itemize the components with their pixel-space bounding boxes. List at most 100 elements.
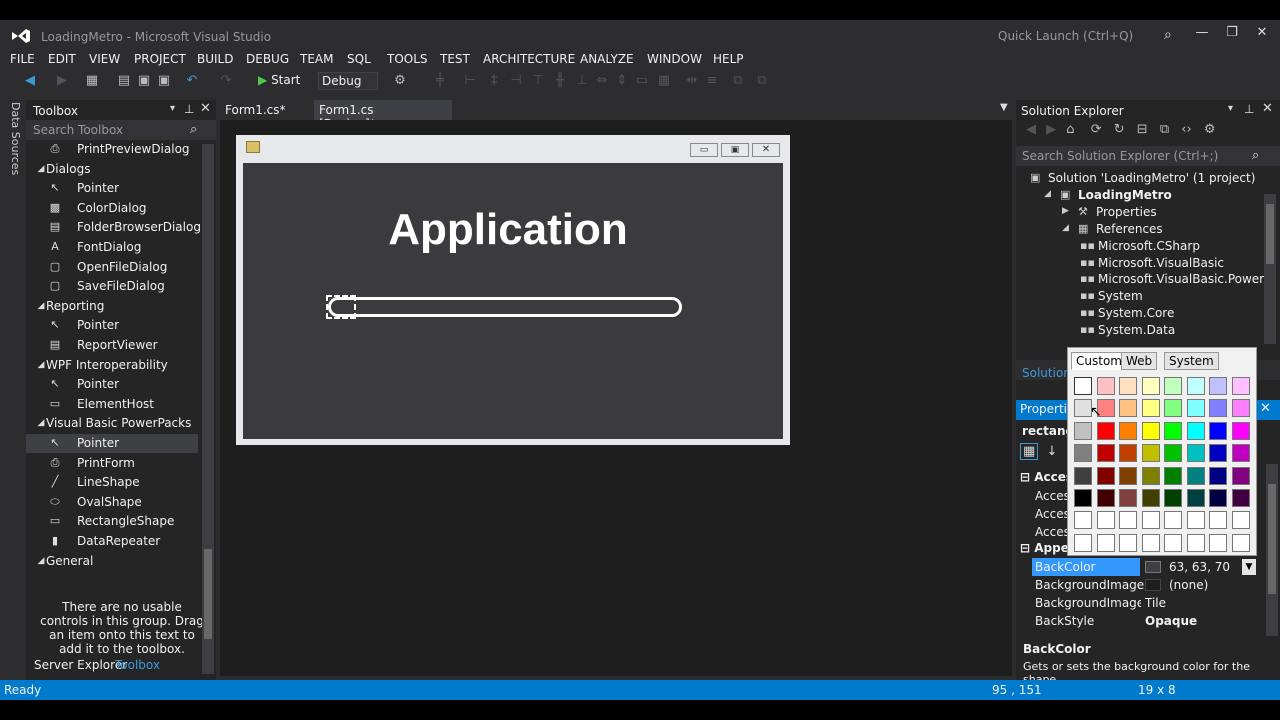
back-icon[interactable]: ◀ [1026, 122, 1036, 137]
color-swatch[interactable] [1119, 377, 1137, 395]
vertical-spacing-icon[interactable]: ≡ [704, 73, 720, 89]
redo-icon[interactable]: ↷ [218, 73, 234, 89]
progress-bar-shape[interactable] [328, 297, 682, 317]
toolbox-item[interactable]: ↖ Pointer [26, 316, 198, 335]
solution-tree-node[interactable]: ◢ ▣ LoadingMetro [1016, 187, 1266, 204]
toolbox-item[interactable]: ▢ OpenFileDialog [26, 258, 198, 277]
picker-tab-web[interactable]: Web [1121, 352, 1158, 370]
color-swatch[interactable] [1164, 399, 1182, 418]
solution-scrollbar[interactable] [1264, 194, 1276, 344]
menu-project[interactable]: PROJECT [134, 52, 186, 66]
color-swatch[interactable] [1164, 511, 1182, 530]
picker-tab-system[interactable]: System [1164, 352, 1219, 370]
color-swatch[interactable] [1119, 421, 1137, 440]
color-swatch[interactable] [1231, 421, 1250, 440]
menu-window[interactable]: WINDOW [647, 52, 702, 66]
categorized-icon[interactable]: ▦ [1020, 443, 1039, 460]
menu-view[interactable]: VIEW [89, 52, 120, 66]
color-swatch[interactable] [1141, 377, 1160, 395]
home-icon[interactable]: ⌂ [1066, 122, 1074, 137]
color-swatch[interactable] [1074, 377, 1092, 395]
color-swatch[interactable] [1096, 444, 1115, 463]
property-row-backcolor[interactable]: BackColor 63, 63, 70 ▼ [1016, 558, 1266, 576]
toolbox-item[interactable]: ↖ Pointer [26, 434, 198, 453]
toolbox-scrollbar[interactable] [202, 144, 214, 674]
collapse-triangle-icon[interactable]: ◢ [1044, 189, 1051, 199]
make-same-width-icon[interactable]: ⇔ [594, 73, 610, 89]
menu-sql[interactable]: SQL [347, 52, 371, 66]
menu-help[interactable]: HELP [713, 52, 744, 66]
toolbox-item[interactable]: A FontDialog [26, 238, 198, 257]
toolbox-item[interactable]: ▮ DataRepeater [26, 532, 198, 551]
collapse-icon[interactable]: ⊟ [1137, 122, 1148, 137]
property-value[interactable]: Opaque [1145, 614, 1197, 628]
form-client-area[interactable]: Application [243, 163, 783, 439]
align-bottoms-icon[interactable]: ⊥ [574, 73, 590, 89]
toolbox-item[interactable]: ⎙ PrintForm [26, 454, 198, 473]
color-swatch[interactable] [1141, 466, 1160, 485]
solution-tree-node[interactable]: ▪▪ Microsoft.CSharp [1016, 238, 1266, 255]
property-value[interactable]: (none) [1169, 578, 1208, 592]
toolbox-item[interactable]: ▭ RectangleShape [26, 512, 198, 531]
color-swatch[interactable] [1074, 444, 1092, 463]
align-middles-icon[interactable]: ╫ [552, 73, 568, 89]
save-all-icon[interactable]: ▣ [156, 73, 172, 89]
menu-team[interactable]: TEAM [300, 52, 333, 66]
toolbox-item[interactable]: ▭ ElementHost [26, 395, 198, 414]
form1-preview[interactable]: ▭ ▣ ✕ Application [236, 135, 790, 445]
size-to-grid-icon[interactable]: ▦ [656, 73, 672, 89]
tab-form1-cs[interactable]: Form1.cs* [220, 100, 308, 120]
toolbox-group[interactable]: ◢ Visual Basic PowerPacks [26, 414, 198, 433]
send-to-back-icon[interactable]: ⧉ [754, 73, 770, 89]
application-heading-label[interactable]: Application [243, 205, 773, 255]
toolbox-item[interactable]: ⎙ PrintPreviewDialog [26, 140, 198, 159]
data-sources-tab[interactable]: Data Sources [6, 102, 22, 182]
color-swatch[interactable] [1231, 511, 1250, 530]
menu-tools[interactable]: TOOLS [387, 52, 428, 66]
color-swatch[interactable] [1186, 421, 1205, 440]
align-lefts-icon[interactable]: ⊢ [462, 73, 478, 89]
color-swatch[interactable] [1119, 466, 1137, 485]
toolbox-item[interactable]: ↖ Pointer [26, 375, 198, 394]
scroll-thumb[interactable] [1266, 204, 1274, 264]
color-swatch[interactable] [1096, 511, 1115, 530]
toolbox-item[interactable]: ▤ FolderBrowserDialog [26, 218, 201, 237]
bring-to-front-icon[interactable]: ⧉ [730, 73, 746, 89]
solution-tree-node[interactable]: ◢ ▦ References [1016, 221, 1266, 238]
color-swatch[interactable] [1209, 489, 1227, 507]
scroll-thumb[interactable] [204, 549, 212, 639]
toolbox-item[interactable]: ▩ ColorDialog [26, 199, 198, 218]
color-swatch[interactable] [1186, 444, 1205, 463]
menu-architecture[interactable]: ARCHITECTURE [483, 52, 575, 66]
color-swatch[interactable] [1119, 399, 1137, 418]
picker-tab-custom[interactable]: Custom [1071, 352, 1127, 370]
minimize-button[interactable]: — [1190, 25, 1214, 45]
color-swatch[interactable] [1209, 533, 1227, 552]
toolbox-empty-message[interactable]: There are no usable controls in this gro… [38, 600, 206, 656]
align-rights-icon[interactable]: ⊣ [508, 73, 524, 89]
align-icon[interactable]: ╪ [432, 73, 448, 89]
property-row[interactable]: BackgroundImage (none) [1016, 576, 1266, 594]
close-icon[interactable]: ✕ [1262, 101, 1273, 116]
color-swatch[interactable] [1096, 421, 1115, 440]
color-swatch[interactable] [1186, 489, 1205, 507]
property-value[interactable]: Tile [1145, 596, 1166, 610]
menu-test[interactable]: TEST [440, 52, 470, 66]
solution-tree-node[interactable]: ▪▪ System.Core [1016, 305, 1266, 322]
code-icon[interactable]: ‹› [1181, 122, 1191, 137]
toolbox-item[interactable]: ▤ ReportViewer [26, 336, 198, 355]
toolbox-group[interactable]: ◢ Reporting [26, 297, 198, 316]
color-swatch[interactable] [1141, 489, 1160, 507]
scroll-thumb[interactable] [1268, 484, 1276, 594]
restore-button[interactable]: ❐ [1220, 25, 1244, 45]
sync-icon[interactable]: ⟳ [1091, 122, 1102, 137]
make-same-height-icon[interactable]: ⇕ [614, 73, 630, 89]
tab-solution[interactable]: Solution [1022, 366, 1071, 380]
toolbox-item[interactable]: ⬭ OvalShape [26, 493, 198, 512]
color-swatch[interactable] [1096, 489, 1115, 507]
toolbox-search-input[interactable]: Search Toolbox [26, 120, 216, 140]
color-swatch[interactable] [1119, 489, 1137, 507]
solution-tree-node[interactable]: ▪▪ Microsoft.VisualBasic [1016, 255, 1266, 272]
color-swatch[interactable] [1164, 444, 1182, 463]
toolbox-item[interactable]: ▢ SaveFileDialog [26, 277, 198, 296]
